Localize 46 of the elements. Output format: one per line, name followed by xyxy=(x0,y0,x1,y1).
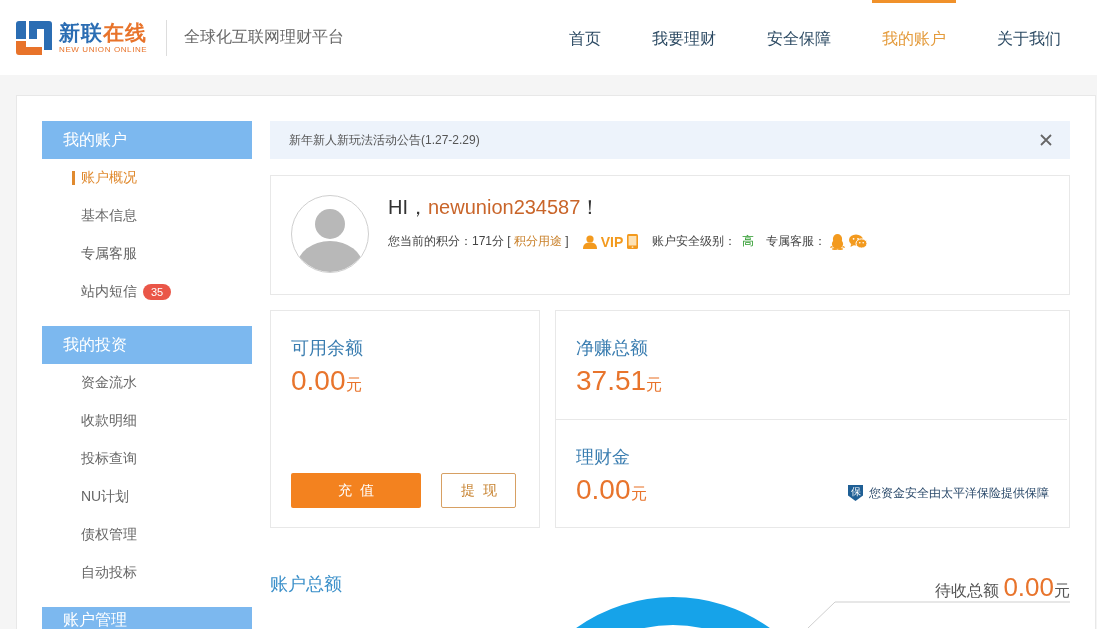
avatar-icon xyxy=(291,195,369,273)
sidebar-item[interactable]: NU计划 xyxy=(42,478,252,516)
sidebar-item[interactable]: 资金流水 xyxy=(42,364,252,402)
close-icon[interactable] xyxy=(1040,134,1052,146)
stat-label: 净赚总额 xyxy=(576,337,649,360)
tagline: 全球化互联网理财平台 xyxy=(184,27,345,47)
balance-label: 可用余额 xyxy=(291,337,364,360)
sidebar-section-header: 我的投资 xyxy=(42,326,252,364)
nav-item[interactable]: 安全保障 xyxy=(757,0,841,75)
nav-item[interactable]: 首页 xyxy=(559,0,611,75)
insurance-note: 您资金安全由太平洋保险提供保障 xyxy=(869,484,1049,502)
phone-icon xyxy=(627,234,639,249)
greeting-text: HI，newunion234587！ xyxy=(388,195,601,219)
service-label: 专属客服： xyxy=(766,233,827,250)
insurance-shield-icon: 保 xyxy=(848,485,863,501)
logo-icon xyxy=(16,20,52,55)
nav-item[interactable]: 关于我们 xyxy=(987,0,1071,75)
logo-subtitle: NEW UNION ONLINE xyxy=(59,44,148,55)
chat-bubbles-icon[interactable] xyxy=(849,234,868,249)
notice-text: 新年新人新玩法活动公告(1.27-2.29) xyxy=(289,131,480,149)
balance-amount: 0.00元 xyxy=(291,364,363,398)
unread-count-badge: 35 xyxy=(143,284,172,300)
nav-item[interactable]: 我要理财 xyxy=(642,0,726,75)
logo-name: 新联在线 xyxy=(59,20,148,45)
stat-amount: 0.00元 xyxy=(576,472,647,507)
sidebar-section-header: 我的账户 xyxy=(42,121,252,159)
penguin-icon[interactable] xyxy=(830,233,846,250)
sidebar-item[interactable]: 基本信息 xyxy=(42,197,252,235)
points-text: 您当前的积分：171分 [ 积分用途 ] xyxy=(388,233,569,250)
stat-label: 理财金 xyxy=(576,445,631,469)
security-level-text: 账户安全级别： 高 xyxy=(652,233,755,250)
selection-bar-icon xyxy=(72,171,75,185)
points-link[interactable]: 积分用途 xyxy=(514,234,563,248)
vip-label: VIP xyxy=(600,233,624,250)
pending-total: 待收总额 0.00元 xyxy=(934,574,1070,604)
sidebar-item[interactable]: 债权管理 xyxy=(42,516,252,554)
sidebar-item[interactable]: 收款明细 xyxy=(42,402,252,440)
summary-title: 账户总额 xyxy=(270,573,342,595)
sidebar-item[interactable]: 专属客服 xyxy=(42,235,252,273)
user-icon xyxy=(582,234,597,249)
withdraw-button[interactable]: 提现 xyxy=(441,473,516,508)
sidebar-section-header: 账户管理 xyxy=(42,607,252,629)
sidebar-item[interactable]: 自动投标 xyxy=(42,554,252,592)
stat-amount: 37.51元 xyxy=(576,364,663,398)
sidebar-item[interactable]: 投标查询 xyxy=(42,440,252,478)
sidebar-item[interactable]: 站内短信 35 xyxy=(42,273,252,311)
